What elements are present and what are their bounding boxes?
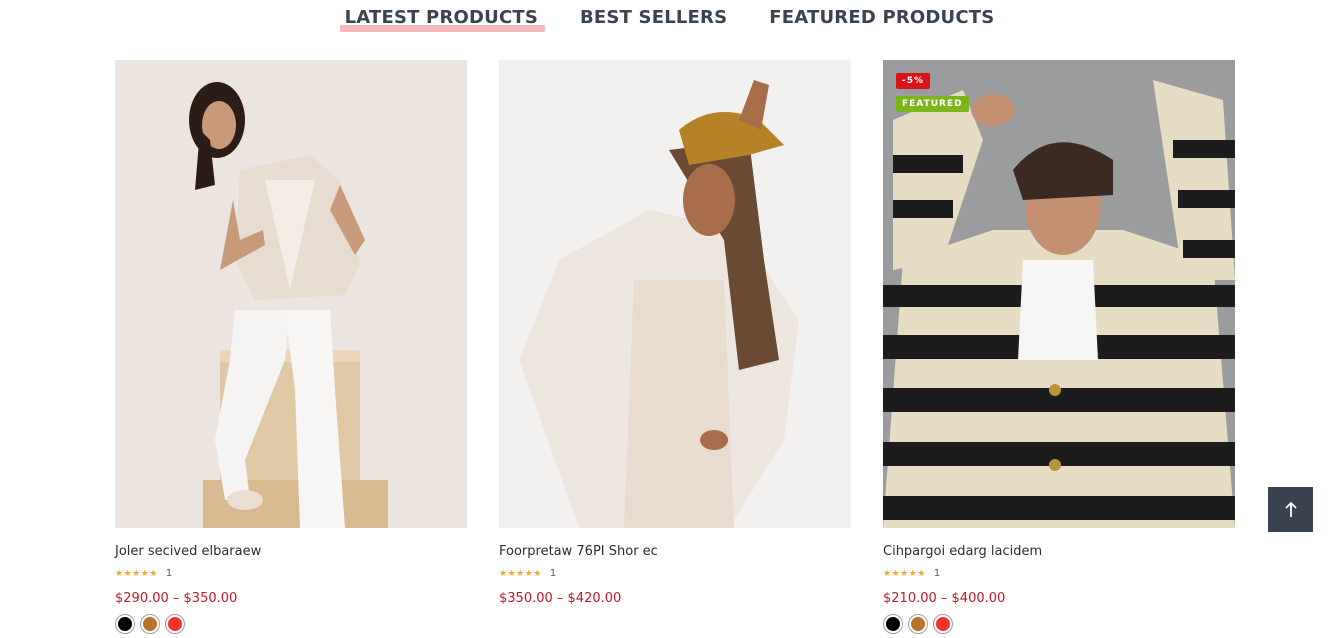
- product-card: -5% FEATURED Cihpargoi edarg lacidem ★★★…: [883, 60, 1235, 634]
- swatch-black[interactable]: [883, 614, 903, 634]
- star-rating-icon: ★★★★★: [115, 569, 158, 579]
- rating-count: 1: [933, 568, 941, 579]
- rating-count: 1: [165, 568, 173, 579]
- product-rating: ★★★★★ 1: [883, 568, 1235, 580]
- product-image[interactable]: -5% FEATURED: [883, 60, 1235, 528]
- swatch-red[interactable]: [165, 614, 185, 634]
- product-name[interactable]: Joler secived elbaraew: [115, 544, 467, 560]
- swatch-color: [118, 617, 132, 631]
- back-to-top-button[interactable]: [1268, 487, 1313, 532]
- swatch-color: [168, 617, 182, 631]
- swatch-color: [886, 617, 900, 631]
- product-price: $210.00 – $400.00: [883, 591, 1006, 606]
- swatch-red[interactable]: [933, 614, 953, 634]
- arrow-up-icon: [1284, 501, 1297, 517]
- star-rating-icon: ★★★★★: [883, 569, 926, 579]
- product-name[interactable]: Foorpretaw 76PI Shor ec: [499, 544, 851, 560]
- product-price: $290.00 – $350.00: [115, 591, 238, 606]
- swatch-black[interactable]: [115, 614, 135, 634]
- color-swatches: [883, 614, 1235, 634]
- swatch-color: [911, 617, 925, 631]
- product-tabs: LATEST PRODUCTS BEST SELLERS FEATURED PR…: [0, 6, 1339, 32]
- product-name[interactable]: Cihpargoi edarg lacidem: [883, 544, 1235, 560]
- featured-badge: FEATURED: [896, 96, 969, 112]
- product-price: $350.00 – $420.00: [499, 591, 622, 606]
- product-image[interactable]: [115, 60, 467, 528]
- rating-count: 1: [549, 568, 557, 579]
- product-badges: -5% FEATURED: [896, 73, 969, 112]
- product-card: Joler secived elbaraew ★★★★★ 1 $290.00 –…: [115, 60, 467, 634]
- swatch-color: [936, 617, 950, 631]
- discount-badge: -5%: [896, 73, 931, 89]
- swatch-brown[interactable]: [908, 614, 928, 634]
- swatch-brown[interactable]: [140, 614, 160, 634]
- product-grid: Joler secived elbaraew ★★★★★ 1 $290.00 –…: [115, 60, 1235, 634]
- product-card: Foorpretaw 76PI Shor ec ★★★★★ 1 $350.00 …: [499, 60, 851, 634]
- swatch-color: [143, 617, 157, 631]
- tab-latest-products[interactable]: LATEST PRODUCTS: [339, 6, 546, 32]
- product-rating: ★★★★★ 1: [499, 568, 851, 580]
- tab-best-sellers[interactable]: BEST SELLERS: [578, 6, 729, 30]
- color-swatches: [115, 614, 467, 634]
- product-image[interactable]: [499, 60, 851, 528]
- tab-featured-products[interactable]: FEATURED PRODUCTS: [767, 6, 996, 30]
- product-rating: ★★★★★ 1: [115, 568, 467, 580]
- star-rating-icon: ★★★★★: [499, 569, 542, 579]
